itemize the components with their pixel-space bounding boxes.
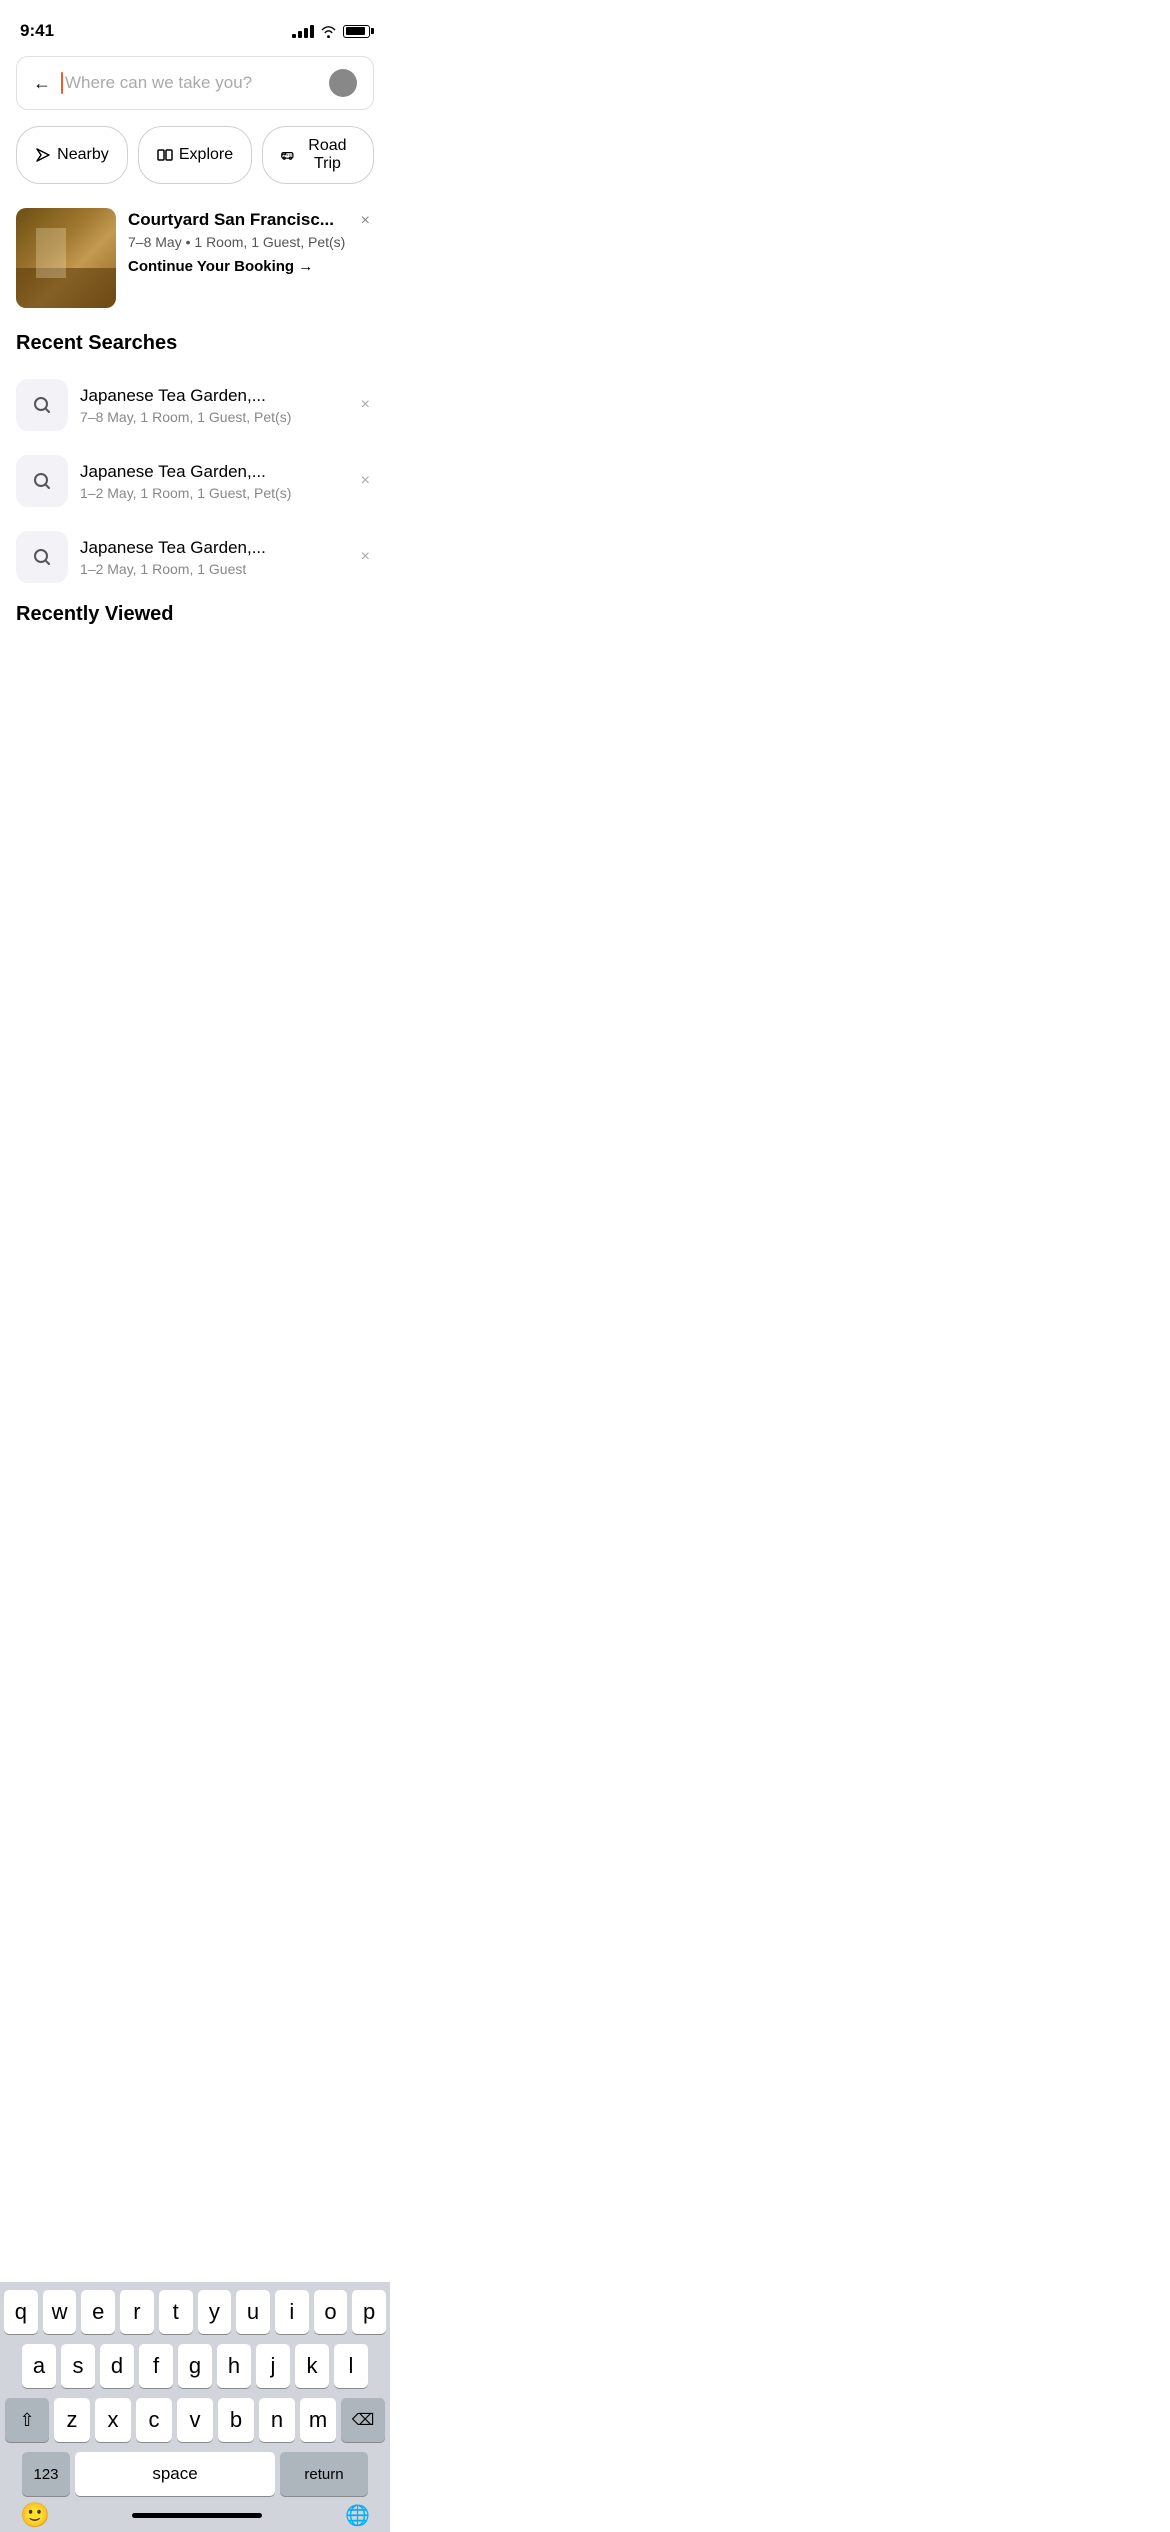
search-bar[interactable]: ← Where can we take you?: [16, 56, 374, 110]
key-o[interactable]: o: [314, 2290, 348, 2334]
back-arrow-icon[interactable]: ←: [33, 73, 51, 94]
road-trip-icon: [281, 147, 294, 163]
key-r[interactable]: r: [120, 2290, 154, 2334]
key-b[interactable]: b: [218, 2398, 254, 2442]
key-h[interactable]: h: [217, 2344, 251, 2388]
key-n[interactable]: n: [259, 2398, 295, 2442]
quick-actions: Nearby Explore Road Trip: [0, 122, 390, 200]
keyboard-row-2: a s d f g h j k l: [4, 2344, 386, 2388]
text-cursor: [61, 72, 63, 94]
key-y[interactable]: y: [198, 2290, 232, 2334]
wifi-icon: [320, 25, 337, 38]
battery-icon: [343, 25, 370, 38]
globe-key[interactable]: 🌐: [345, 2503, 370, 2528]
key-s[interactable]: s: [61, 2344, 95, 2388]
booking-close-button[interactable]: ×: [357, 208, 374, 234]
key-a[interactable]: a: [22, 2344, 56, 2388]
booking-details: 7–8 May • 1 Room, 1 Guest, Pet(s): [128, 234, 374, 250]
status-icons: [292, 25, 370, 38]
key-x[interactable]: x: [95, 2398, 131, 2442]
search-item-info: Japanese Tea Garden,... 1–2 May, 1 Room,…: [80, 538, 345, 577]
search-item-close-button[interactable]: ×: [357, 392, 374, 418]
keyboard-row-4: 123 space return: [4, 2452, 386, 2496]
key-f[interactable]: f: [139, 2344, 173, 2388]
search-input-area[interactable]: Where can we take you?: [61, 72, 319, 94]
list-item[interactable]: Japanese Tea Garden,... 7–8 May, 1 Room,…: [0, 367, 390, 443]
nearby-icon: [35, 147, 51, 163]
delete-key[interactable]: ⌫: [341, 2398, 385, 2442]
explore-button[interactable]: Explore: [138, 126, 252, 184]
booking-image: [16, 208, 116, 308]
status-time: 9:41: [20, 21, 54, 41]
search-container: ← Where can we take you?: [0, 48, 390, 122]
key-z[interactable]: z: [54, 2398, 90, 2442]
booking-info: Courtyard San Francisc... 7–8 May • 1 Ro…: [128, 208, 374, 275]
key-q[interactable]: q: [4, 2290, 38, 2334]
search-item-info: Japanese Tea Garden,... 7–8 May, 1 Room,…: [80, 386, 345, 425]
list-item[interactable]: Japanese Tea Garden,... 1–2 May, 1 Room,…: [0, 443, 390, 519]
key-t[interactable]: t: [159, 2290, 193, 2334]
keyboard-row-1: q w e r t y u i o p: [4, 2290, 386, 2334]
shift-key[interactable]: ⇧: [5, 2398, 49, 2442]
nearby-button[interactable]: Nearby: [16, 126, 128, 184]
signal-icon: [292, 25, 314, 38]
key-c[interactable]: c: [136, 2398, 172, 2442]
bottom-bar: 🙂 🌐: [4, 2506, 386, 2528]
recent-searches-section: Recent Searches Japanese Tea Garden,... …: [0, 324, 390, 595]
recently-viewed-section: Recently Viewed: [0, 595, 390, 654]
emoji-key[interactable]: 🙂: [20, 2501, 50, 2530]
continue-booking-button[interactable]: Continue Your Booking →: [128, 258, 374, 275]
search-icon: [32, 471, 52, 491]
search-item-info: Japanese Tea Garden,... 1–2 May, 1 Room,…: [80, 462, 345, 501]
key-u[interactable]: u: [236, 2290, 270, 2334]
recent-searches-title: Recent Searches: [0, 324, 390, 367]
key-e[interactable]: e: [81, 2290, 115, 2334]
search-item-close-button[interactable]: ×: [357, 468, 374, 494]
return-key[interactable]: return: [280, 2452, 368, 2496]
mic-icon[interactable]: [329, 69, 357, 97]
keyboard: q w e r t y u i o p a s d f g h j k l ⇧ …: [0, 2282, 390, 2532]
search-icon: [32, 547, 52, 567]
key-i[interactable]: i: [275, 2290, 309, 2334]
search-item-icon-wrap: [16, 379, 68, 431]
home-indicator: [132, 2513, 262, 2518]
key-j[interactable]: j: [256, 2344, 290, 2388]
search-item-icon-wrap: [16, 531, 68, 583]
key-p[interactable]: p: [352, 2290, 386, 2334]
status-bar: 9:41: [0, 0, 390, 48]
key-w[interactable]: w: [43, 2290, 77, 2334]
search-icon: [32, 395, 52, 415]
explore-icon: [157, 147, 173, 163]
search-item-close-button[interactable]: ×: [357, 544, 374, 570]
key-v[interactable]: v: [177, 2398, 213, 2442]
keyboard-row-3: ⇧ z x c v b n m ⌫: [4, 2398, 386, 2442]
key-k[interactable]: k: [295, 2344, 329, 2388]
key-l[interactable]: l: [334, 2344, 368, 2388]
search-placeholder: Where can we take you?: [65, 73, 319, 93]
numbers-key[interactable]: 123: [22, 2452, 70, 2496]
recently-viewed-title: Recently Viewed: [0, 595, 390, 638]
key-m[interactable]: m: [300, 2398, 336, 2442]
key-g[interactable]: g: [178, 2344, 212, 2388]
search-item-icon-wrap: [16, 455, 68, 507]
booking-name: Courtyard San Francisc...: [128, 210, 374, 230]
key-d[interactable]: d: [100, 2344, 134, 2388]
booking-card[interactable]: Courtyard San Francisc... 7–8 May • 1 Ro…: [16, 208, 374, 308]
space-key[interactable]: space: [75, 2452, 275, 2496]
road-trip-button[interactable]: Road Trip: [262, 126, 374, 184]
list-item[interactable]: Japanese Tea Garden,... 1–2 May, 1 Room,…: [0, 519, 390, 595]
